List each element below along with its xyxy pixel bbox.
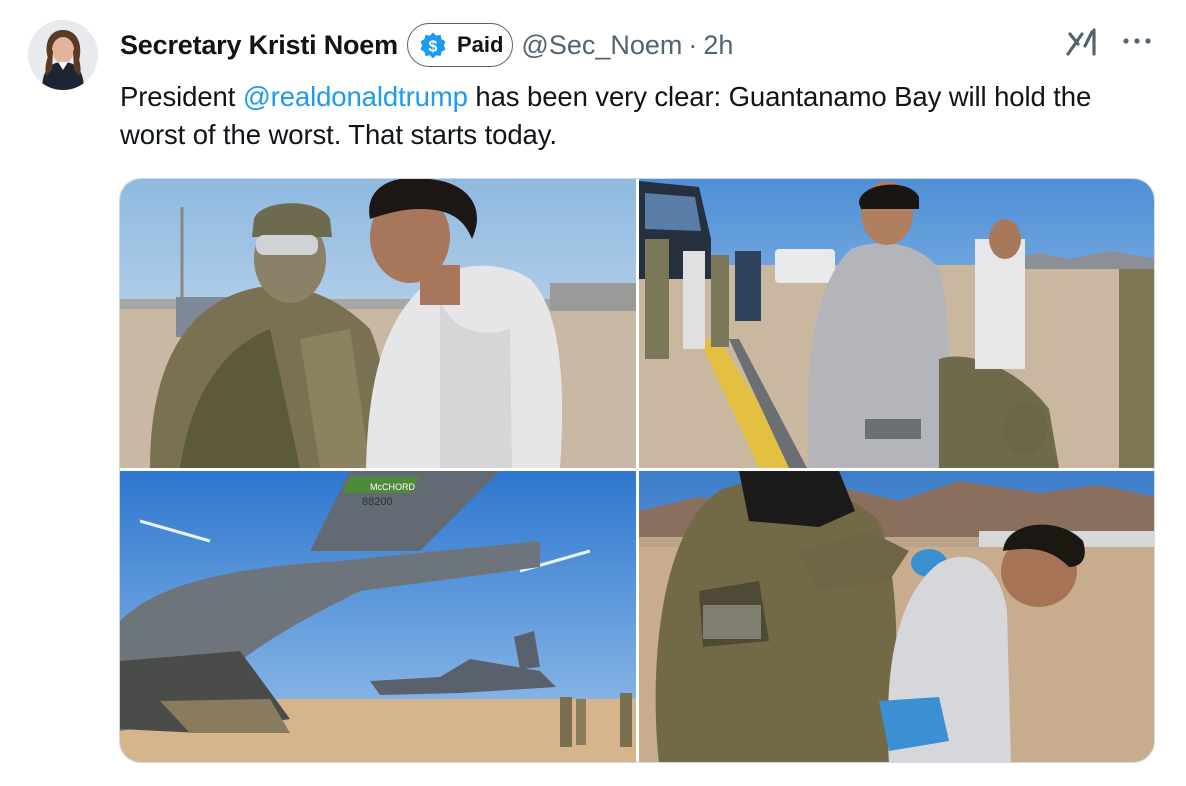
more-horizontal-icon[interactable] (1120, 26, 1154, 56)
avatar-photo (28, 20, 98, 90)
author-avatar[interactable] (28, 20, 98, 90)
mention-link[interactable]: @realdonaldtrump (243, 81, 468, 112)
photo-1-image (120, 179, 636, 468)
paid-label: Paid (456, 32, 504, 57)
author-handle[interactable]: @Sec_Noem (521, 30, 682, 61)
svg-text:$: $ (428, 39, 437, 56)
tweet-text: President @realdonaldtrump has been very… (120, 78, 1140, 154)
tweet-header: Secretary Kristi Noem $ Paid @Sec_Noem ·… (120, 22, 733, 68)
timestamp[interactable]: 2h (703, 30, 733, 61)
dollar-sign-icon: $ (420, 32, 446, 59)
grok-icon[interactable] (1064, 24, 1100, 60)
tweet-text-start: President (120, 81, 243, 112)
author-name[interactable]: Secretary Kristi Noem (120, 30, 398, 61)
photo-4[interactable] (639, 471, 1154, 762)
photo-1[interactable] (120, 179, 636, 468)
paid-badge[interactable]: $ Paid (406, 23, 514, 67)
photo-2-image (639, 179, 1154, 468)
photo-4-image (639, 471, 1154, 762)
media-grid: McCHORD 88200 (119, 178, 1155, 763)
dot-separator: · (688, 29, 698, 60)
photo-2[interactable] (639, 179, 1154, 468)
tail-marking: McCHORD (370, 482, 415, 492)
photo-3[interactable]: McCHORD 88200 (120, 471, 636, 762)
tail-number: 88200 (362, 496, 393, 508)
photo-3-image: McCHORD 88200 (120, 471, 636, 762)
